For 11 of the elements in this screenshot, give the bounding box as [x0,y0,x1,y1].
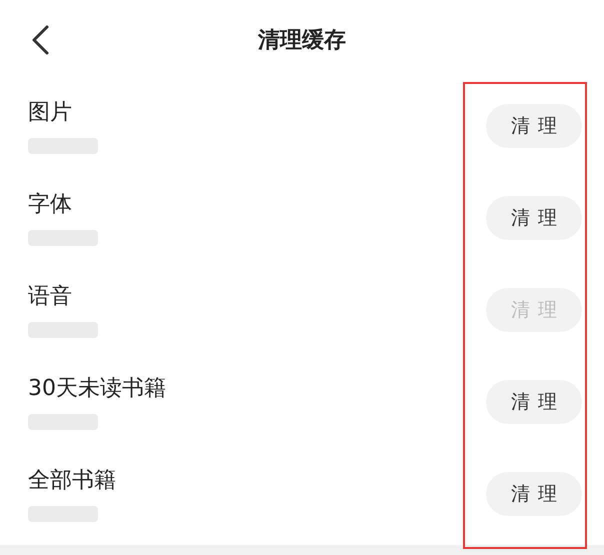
cache-category: 30天未读书籍 [28,375,167,403]
clean-button[interactable]: 清理 [486,196,582,240]
clean-button[interactable]: 清理 [486,472,582,516]
clean-button[interactable]: 清理 [486,104,582,148]
page-title: 清理缓存 [258,26,346,54]
back-icon[interactable] [30,24,50,56]
clean-button[interactable]: 清理 [486,380,582,424]
cache-category: 全部书籍 [28,467,117,495]
cache-category: 字体 [28,191,73,219]
cache-category: 语音 [28,283,73,311]
cache-category: 图片 [28,99,73,127]
